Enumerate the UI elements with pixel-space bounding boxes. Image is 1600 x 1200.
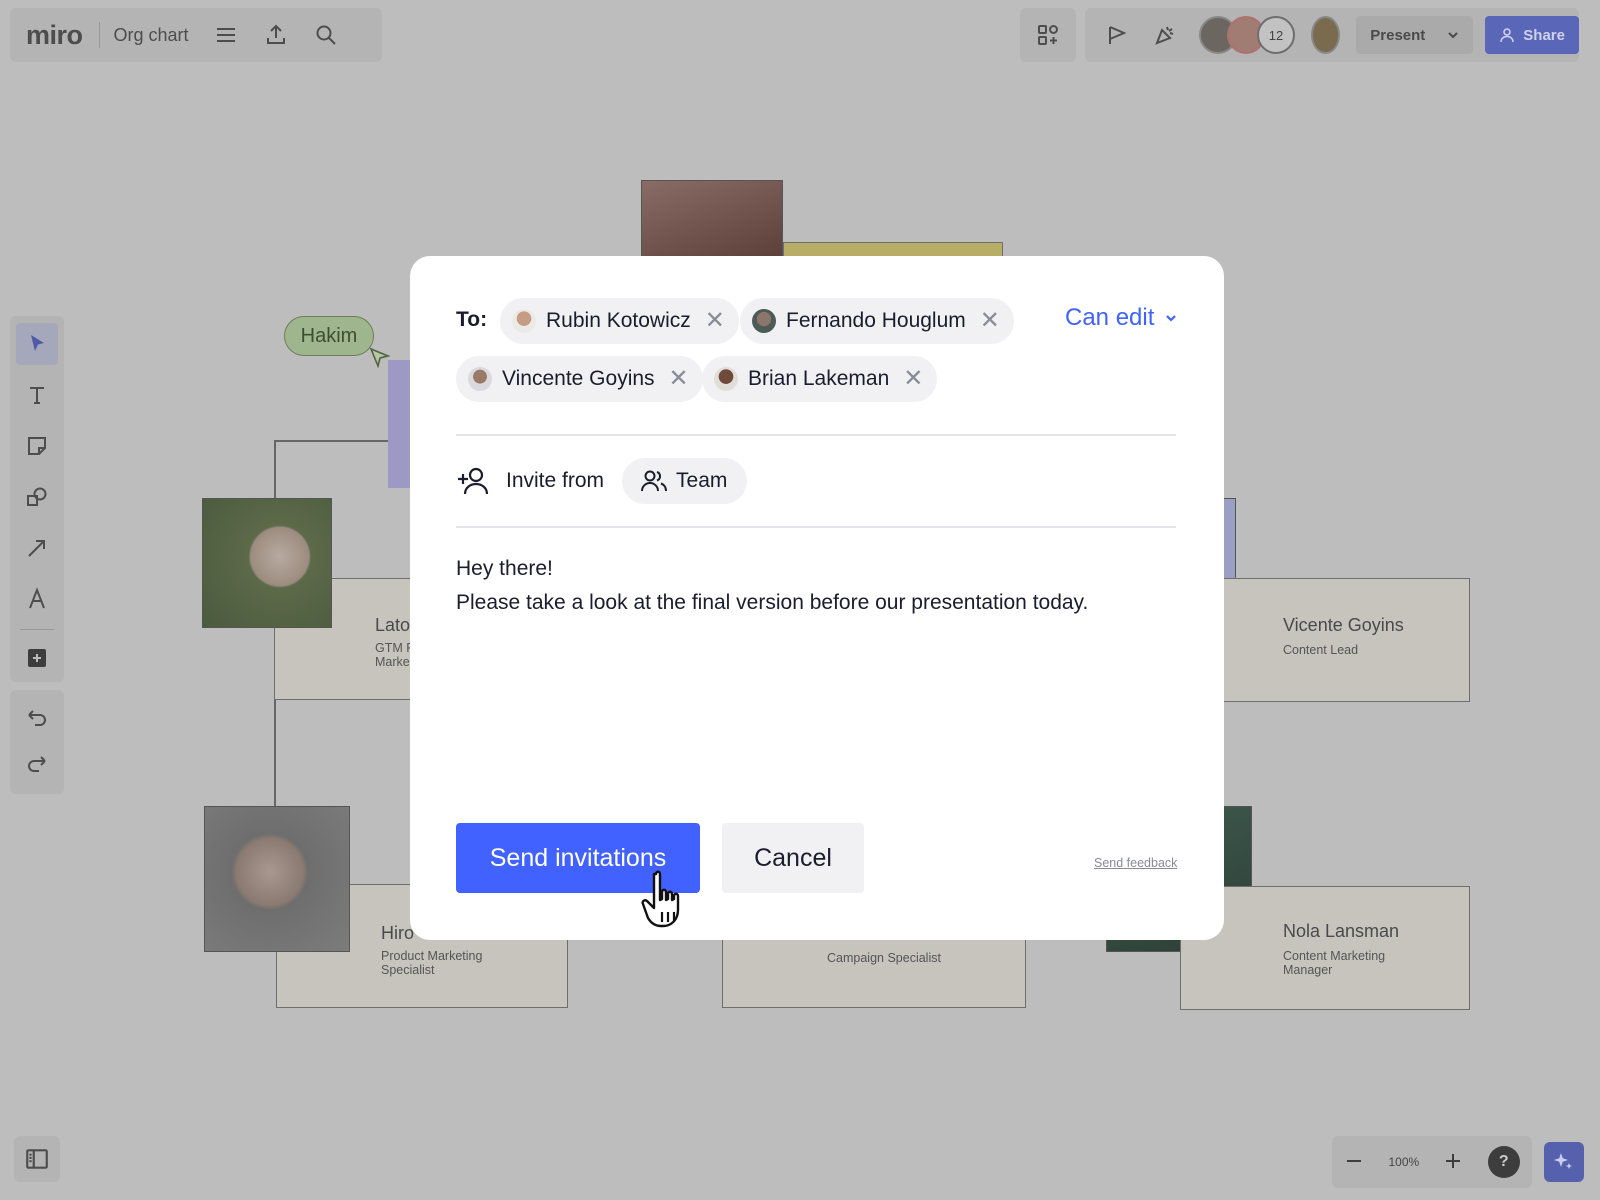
- present-label: Present: [1370, 26, 1426, 44]
- card-name: Lato: [375, 615, 411, 635]
- avatar: [752, 309, 776, 333]
- recipient-name: Vincente Goyins: [502, 367, 655, 390]
- select-tool-icon[interactable]: [16, 323, 58, 365]
- top-photo[interactable]: [641, 180, 783, 260]
- cursor-flag-icon[interactable]: [1105, 22, 1129, 48]
- avatar: [714, 367, 738, 391]
- recipient-chip[interactable]: Rubin Kotowicz ✕: [500, 298, 739, 344]
- card-role: Content Marketing Manager: [1283, 949, 1386, 978]
- top-left-toolbar: miro Org chart: [10, 8, 382, 62]
- card-name: Vicente Goyins: [1283, 615, 1404, 635]
- toolbar-divider: [20, 629, 54, 630]
- undo-icon[interactable]: [16, 696, 58, 738]
- recipient-chip[interactable]: Vincente Goyins ✕: [456, 356, 703, 402]
- cursor-label-bubble: Hakim: [284, 316, 374, 356]
- sparkle-icon: [1554, 1153, 1572, 1169]
- permission-label: Can edit: [1065, 304, 1155, 331]
- avatar: [512, 309, 536, 333]
- menu-icon[interactable]: [213, 22, 239, 48]
- top-right-toolbar: 12 Present Share: [1085, 8, 1579, 62]
- hand-pointer-icon: [641, 870, 680, 928]
- chevron-down-icon: [1166, 315, 1177, 322]
- share-label: Share: [1523, 26, 1565, 44]
- present-button[interactable]: Present: [1356, 16, 1474, 54]
- current-user-avatar[interactable]: [1311, 16, 1341, 54]
- sticky-note-icon[interactable]: [16, 425, 58, 467]
- divider: [456, 526, 1176, 528]
- creation-toolbar: [10, 316, 64, 682]
- apps-icon[interactable]: [1035, 22, 1061, 48]
- card-role: Campaign Specialist: [827, 951, 941, 965]
- cancel-button[interactable]: Cancel: [722, 823, 864, 893]
- card-photo[interactable]: [204, 806, 350, 952]
- zoom-out-icon[interactable]: [1344, 1151, 1364, 1174]
- add-more-icon[interactable]: [16, 637, 58, 679]
- zoom-level[interactable]: 100%: [1388, 1155, 1419, 1169]
- recipient-name: Fernando Houglum: [786, 309, 966, 332]
- card-role: GTM F Marke: [375, 641, 414, 670]
- team-icon: [641, 470, 668, 492]
- panel-toggle-button[interactable]: [14, 1136, 60, 1182]
- invite-dialog: To: Rubin Kotowicz ✕ Fernando Houglum ✕ …: [410, 256, 1224, 940]
- card-name: Hiro: [381, 923, 415, 943]
- redo-icon[interactable]: [16, 742, 58, 784]
- remove-recipient-icon[interactable]: ✕: [903, 367, 923, 391]
- apps-toolbar: [1020, 8, 1076, 62]
- ai-assistant-button[interactable]: [1544, 1142, 1584, 1182]
- remove-recipient-icon[interactable]: ✕: [705, 309, 725, 333]
- connector-line-icon[interactable]: [16, 527, 58, 569]
- collaborator-count[interactable]: 12: [1257, 16, 1295, 54]
- team-label: Team: [676, 469, 728, 492]
- text-tool-icon[interactable]: [16, 374, 58, 416]
- celebrate-icon[interactable]: [1153, 22, 1177, 48]
- sidebar-panel-icon: [26, 1149, 48, 1169]
- recipient-chip[interactable]: Fernando Houglum ✕: [740, 298, 1014, 344]
- permission-dropdown[interactable]: Can edit: [1065, 304, 1178, 332]
- recipient-chip[interactable]: Brian Lakeman ✕: [702, 356, 938, 402]
- history-toolbar: [10, 690, 64, 794]
- remove-recipient-icon[interactable]: ✕: [669, 367, 689, 391]
- pen-icon[interactable]: [16, 578, 58, 620]
- divider: [456, 434, 1176, 436]
- add-user-icon: [458, 467, 489, 495]
- upload-icon[interactable]: [263, 22, 289, 48]
- zoom-controls: 100% ?: [1332, 1136, 1532, 1188]
- org-card[interactable]: Vicente Goyins Content Lead: [1222, 578, 1470, 702]
- board-title[interactable]: Org chart: [98, 22, 189, 48]
- recipient-name: Rubin Kotowicz: [546, 309, 691, 332]
- connector-line: [274, 440, 390, 442]
- zoom-in-icon[interactable]: [1443, 1151, 1463, 1174]
- card-photo[interactable]: [202, 498, 332, 628]
- search-icon[interactable]: [313, 22, 339, 48]
- message-line: Hey there!: [456, 557, 553, 580]
- shapes-icon[interactable]: [16, 476, 58, 518]
- miro-logo[interactable]: miro: [26, 20, 83, 51]
- user-icon: [1500, 28, 1515, 43]
- share-button[interactable]: Share: [1485, 16, 1579, 54]
- to-label: To:: [456, 308, 488, 331]
- invite-message-textarea[interactable]: Hey there! Please take a look at the fin…: [456, 552, 1088, 620]
- recipient-name: Brian Lakeman: [748, 367, 890, 390]
- send-feedback-link[interactable]: Send feedback: [1094, 856, 1177, 870]
- invite-from-row: Invite from Team: [456, 458, 748, 504]
- org-card[interactable]: Campaign Specialist: [722, 936, 1026, 1008]
- avatar: [468, 367, 492, 391]
- team-button[interactable]: Team: [622, 458, 748, 504]
- card-role: Content Lead: [1283, 643, 1359, 657]
- help-button[interactable]: ?: [1487, 1146, 1520, 1178]
- message-line: Please take a look at the final version …: [456, 591, 1089, 614]
- collaborator-cursor-icon: [369, 347, 391, 369]
- invite-from-label: Invite from: [506, 469, 605, 492]
- remove-recipient-icon[interactable]: ✕: [980, 309, 1000, 333]
- collaborator-avatars[interactable]: 12: [1199, 16, 1295, 54]
- chevron-down-icon: [1448, 32, 1459, 39]
- card-name: Nola Lansman: [1283, 921, 1400, 941]
- card-role: Product Marketing Specialist: [381, 949, 483, 978]
